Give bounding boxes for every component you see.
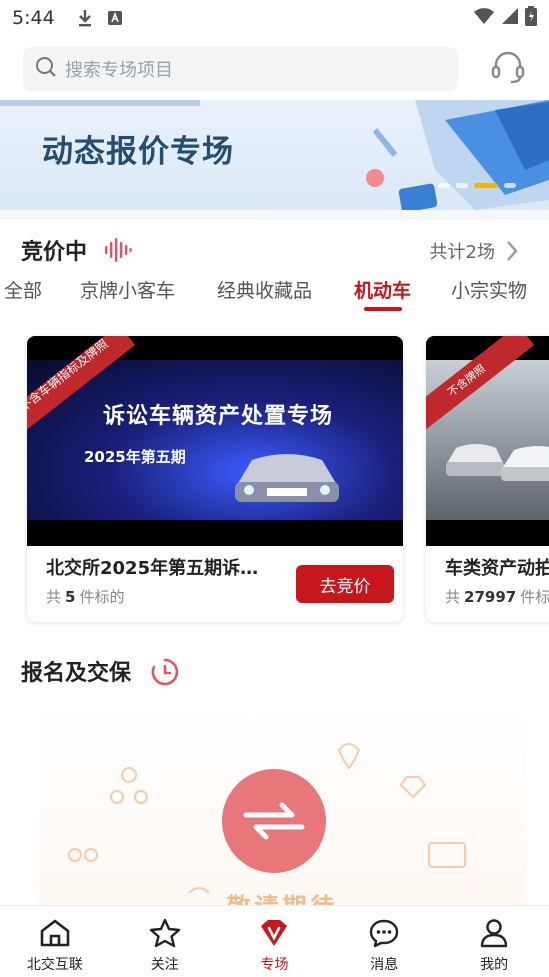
home-icon	[39, 918, 71, 952]
headset-icon	[489, 48, 527, 90]
app-notification-icon	[107, 10, 123, 26]
card-image: 不含牌照	[426, 336, 549, 546]
car-illustration	[235, 454, 339, 502]
bottom-nav: 北交互联 关注 专场 消息 我的	[0, 905, 549, 977]
banner-decoration	[0, 100, 200, 106]
wifi-icon	[473, 7, 495, 29]
auction-card[interactable]: 诉讼车辆资产处置专场 2025年第五期 不含车辆指标及牌照 北交所2025年第五…	[27, 336, 403, 622]
clock-icon	[151, 658, 179, 690]
car-illustration	[446, 444, 549, 481]
nav-messages[interactable]: 消息	[329, 906, 439, 977]
empty-state-text: 敬请期待	[39, 887, 526, 905]
section-divider	[0, 210, 549, 220]
card-image-subtitle: 2025年第五期	[84, 448, 186, 466]
tab-small-items[interactable]: 小宗实物	[451, 276, 527, 303]
download-icon	[77, 9, 93, 27]
nav-special-label: 专场	[260, 957, 289, 973]
search-input[interactable]: 搜索专场项目	[23, 47, 458, 91]
card-item-count: 共27997件标的	[445, 588, 549, 606]
nav-home[interactable]: 北交互联	[0, 906, 110, 977]
pagination-dot	[456, 183, 468, 188]
signup-title: 报名及交保	[21, 661, 132, 686]
category-tabs: 全部 京牌小客车 经典收藏品 机动车 小宗实物	[0, 272, 549, 316]
card-item-count: 共 5 件标的	[46, 588, 125, 606]
bidding-total-link[interactable]: 共计2场	[430, 238, 495, 264]
person-icon	[478, 918, 510, 952]
nav-special[interactable]: 专场	[220, 906, 330, 977]
card-title: 北交所2025年第五期诉…	[46, 558, 259, 579]
pagination-dot	[504, 183, 516, 188]
pagination-dot	[438, 183, 450, 188]
pagination-dot-active	[474, 183, 498, 188]
banner-title: 动态报价专场	[42, 134, 234, 170]
search-icon	[35, 56, 57, 82]
go-bid-button[interactable]: 去竞价	[296, 565, 394, 603]
star-icon	[149, 918, 181, 952]
tab-classic-collectibles[interactable]: 经典收藏品	[217, 276, 312, 303]
nav-follow[interactable]: 关注	[110, 906, 220, 977]
status-time: 5:44	[12, 7, 55, 29]
signal-icon	[501, 7, 519, 29]
empty-state: 敬请期待	[39, 705, 526, 905]
nav-profile-label: 我的	[480, 957, 509, 973]
banner-pagination	[438, 183, 516, 188]
active-tab-indicator	[364, 307, 402, 311]
battery-icon	[525, 6, 537, 30]
v-logo-icon	[258, 918, 290, 952]
bidding-title: 竞价中	[21, 240, 88, 265]
tab-beijing-plate-cars[interactable]: 京牌小客车	[80, 276, 175, 303]
customer-service-button[interactable]	[486, 48, 530, 90]
promo-banner[interactable]: 动态报价专场	[0, 100, 549, 210]
sound-wave-icon	[104, 238, 132, 266]
chevron-right-icon[interactable]	[505, 240, 519, 266]
refresh-exchange-icon	[222, 769, 326, 873]
card-image: 诉讼车辆资产处置专场 2025年第五期 不含车辆指标及牌照	[27, 336, 403, 546]
auction-card[interactable]: 不含牌照 车类资产动拍 共27997件标的	[426, 336, 549, 622]
status-bar: 5:44	[0, 0, 549, 36]
card-image-title: 诉讼车辆资产处置专场	[103, 404, 334, 429]
tab-all[interactable]: 全部	[4, 276, 42, 303]
banner-illustration	[366, 100, 549, 210]
tab-motor-vehicles[interactable]: 机动车	[354, 276, 411, 303]
nav-home-label: 北交互联	[26, 957, 83, 973]
search-row: 搜索专场项目	[0, 36, 549, 100]
nav-profile[interactable]: 我的	[439, 906, 549, 977]
bidding-header: 竞价中 共计2场	[0, 228, 549, 272]
search-placeholder: 搜索专场项目	[65, 60, 173, 81]
message-icon	[368, 918, 400, 952]
card-title: 车类资产动拍	[445, 558, 549, 579]
nav-follow-label: 关注	[150, 957, 179, 973]
nav-messages-label: 消息	[370, 957, 399, 973]
